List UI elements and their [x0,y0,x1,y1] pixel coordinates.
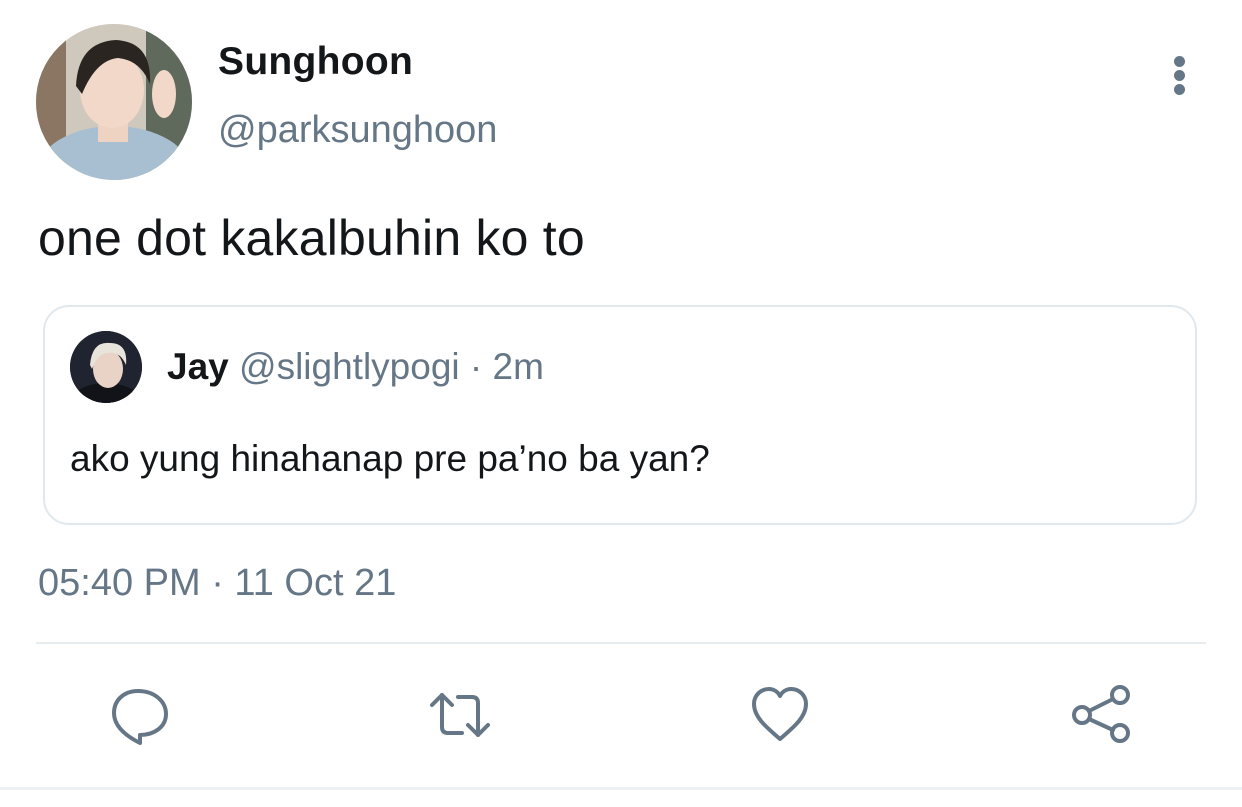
like-icon[interactable] [748,683,812,747]
author-avatar[interactable] [36,24,192,180]
action-bar-divider [36,642,1206,644]
tweet-card: Sunghoon @parksunghoon one dot kakalbuhi… [0,0,1242,807]
quoted-tweet-card[interactable]: Jay @slightlypogi · 2m ako yung hinahana… [43,305,1197,525]
reply-icon[interactable] [108,683,172,747]
share-icon[interactable] [1070,683,1134,747]
quoted-author-avatar[interactable] [70,331,142,403]
tweet-text: one dot kakalbuhin ko to [38,210,585,266]
quoted-separator: · [469,346,483,387]
retweet-icon[interactable] [428,683,492,747]
more-options-icon[interactable] [1160,52,1200,96]
quoted-author-handle[interactable]: @slightlypogi [239,346,460,387]
quoted-time-ago: 2m [492,346,544,387]
quoted-tweet-header: Jay @slightlypogi · 2m [167,345,544,389]
tweet-timestamp: 05:40 PM · 11 Oct 21 [38,562,397,604]
quoted-tweet-text: ako yung hinahanap pre pa’no ba yan? [70,438,710,479]
author-display-name[interactable]: Sunghoon [218,40,413,84]
author-handle[interactable]: @parksunghoon [218,108,497,152]
bottom-separator [0,787,1242,790]
quoted-author-display-name[interactable]: Jay [167,346,229,387]
